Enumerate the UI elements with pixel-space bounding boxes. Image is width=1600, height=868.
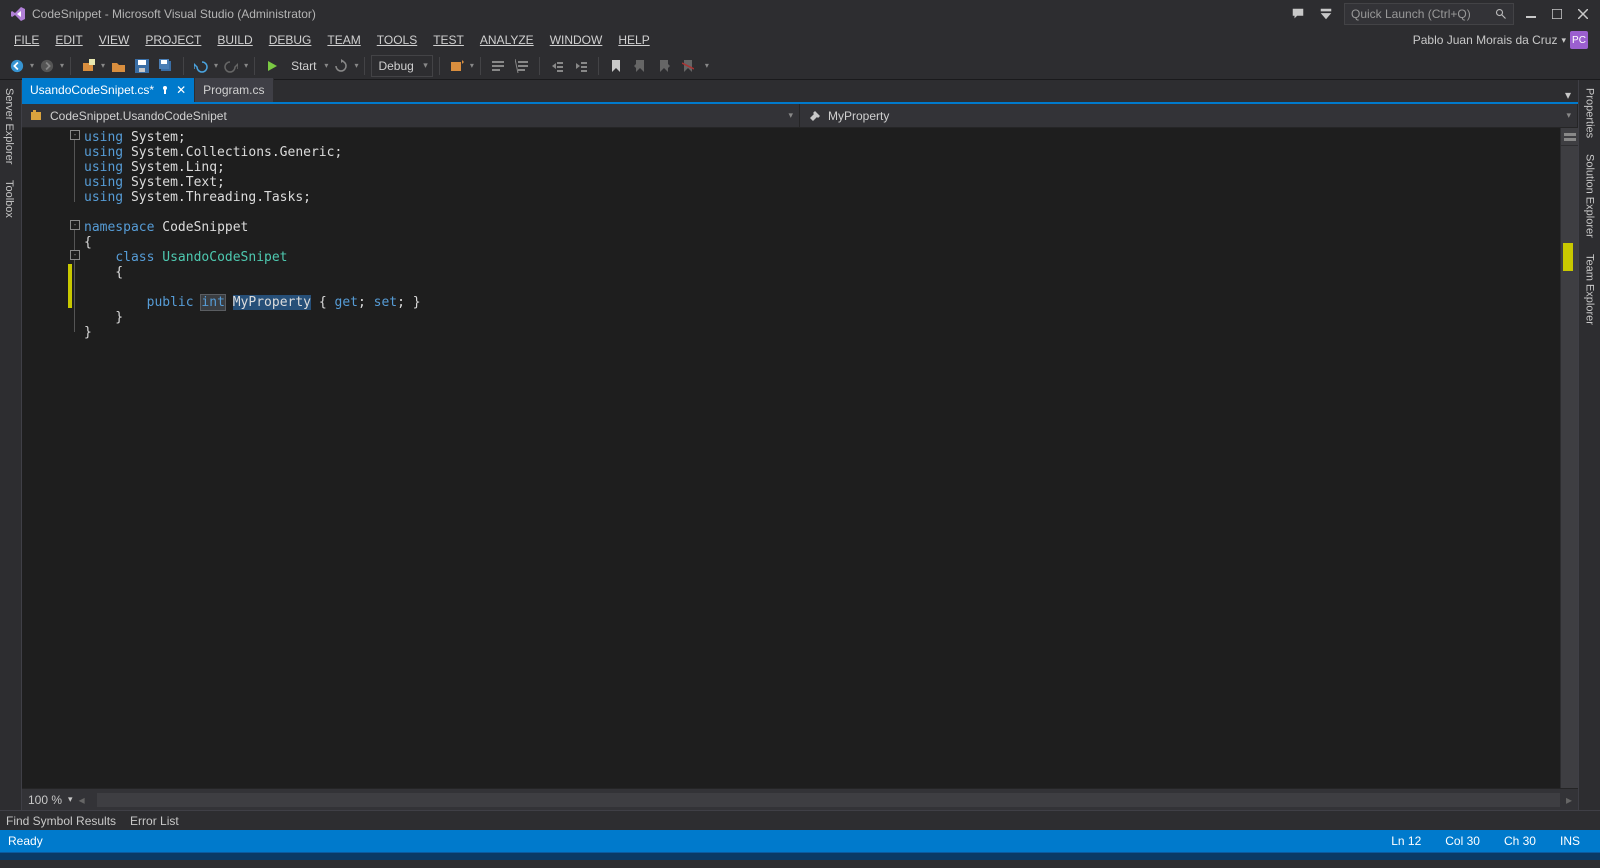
save-button[interactable] xyxy=(131,55,153,77)
menu-analyze[interactable]: ANALYZE xyxy=(472,30,542,50)
vs-logo-icon xyxy=(10,6,26,22)
menu-test[interactable]: TEST xyxy=(425,30,472,50)
nav-right-dropdown[interactable]: MyProperty xyxy=(800,104,1578,127)
window-title: CodeSnippet - Microsoft Visual Studio (A… xyxy=(32,7,316,21)
editor-margin xyxy=(22,128,70,788)
notifications-icon[interactable] xyxy=(1312,2,1340,26)
redo-button[interactable] xyxy=(220,55,242,77)
menu-help[interactable]: HELP xyxy=(610,30,657,50)
titlebar: CodeSnippet - Microsoft Visual Studio (A… xyxy=(0,0,1600,28)
signed-in-user[interactable]: Pablo Juan Morais da Cruz▾ PC xyxy=(1407,31,1594,49)
properties-tab[interactable]: Properties xyxy=(1581,80,1599,146)
menubar: FILE EDIT VIEW PROJECT BUILD DEBUG TEAM … xyxy=(0,28,1600,52)
property-icon xyxy=(808,109,822,123)
outdent-icon[interactable] xyxy=(546,55,568,77)
prev-bookmark-icon[interactable] xyxy=(629,55,651,77)
statusbar: Ready Ln 12 Col 30 Ch 30 INS xyxy=(0,830,1600,852)
quick-launch-input[interactable]: Quick Launch (Ctrl+Q) xyxy=(1344,3,1514,25)
start-debug-button[interactable] xyxy=(261,55,283,77)
code-editor[interactable]: - - - using System; using System.Collect… xyxy=(22,128,1578,788)
toolbox-tab[interactable]: Toolbox xyxy=(0,172,21,226)
collapse-region-icon[interactable]: - xyxy=(70,250,80,260)
status-line: Ln 12 xyxy=(1379,834,1433,848)
doc-tab-inactive[interactable]: Program.cs xyxy=(195,78,273,102)
bottom-panel-tabs: Find Symbol Results Error List xyxy=(0,810,1600,830)
menu-build[interactable]: BUILD xyxy=(209,30,260,50)
editor-navbar: CodeSnippet.UsandoCodeSnipet MyProperty xyxy=(22,104,1578,128)
error-list-tab[interactable]: Error List xyxy=(130,814,179,828)
start-label[interactable]: Start xyxy=(285,59,322,73)
undo-button[interactable] xyxy=(190,55,212,77)
feedback-icon[interactable] xyxy=(1284,2,1312,26)
right-tool-well: Properties Solution Explorer Team Explor… xyxy=(1578,80,1600,810)
vertical-scrollbar[interactable] xyxy=(1560,128,1578,788)
save-all-button[interactable] xyxy=(155,55,177,77)
new-project-button[interactable] xyxy=(77,55,99,77)
maximize-button[interactable] xyxy=(1544,2,1570,26)
active-files-dropdown[interactable]: ▾ xyxy=(1558,88,1578,102)
left-tool-well: Server Explorer Toolbox xyxy=(0,80,22,810)
status-ins: INS xyxy=(1548,834,1592,848)
class-icon xyxy=(30,109,44,123)
indent-icon[interactable] xyxy=(570,55,592,77)
find-symbol-results-tab[interactable]: Find Symbol Results xyxy=(6,814,116,828)
nav-back-button[interactable] xyxy=(6,55,28,77)
scrollbar-change-marker xyxy=(1563,243,1573,271)
menu-team[interactable]: TEAM xyxy=(319,30,368,50)
menu-project[interactable]: PROJECT xyxy=(137,30,209,50)
close-button[interactable] xyxy=(1570,2,1596,26)
search-icon xyxy=(1495,8,1507,20)
user-avatar: PC xyxy=(1570,31,1588,49)
status-ch: Ch 30 xyxy=(1492,834,1548,848)
open-file-button[interactable] xyxy=(107,55,129,77)
doc-tab-active[interactable]: UsandoCodeSnipet.cs* ✕ xyxy=(22,78,195,102)
pin-icon[interactable] xyxy=(160,85,170,95)
windows-taskbar[interactable] xyxy=(0,852,1600,860)
team-explorer-tab[interactable]: Team Explorer xyxy=(1581,246,1599,333)
editor-bottom-bar: 100 % ▾ ◂ ▸ xyxy=(22,788,1578,810)
menu-edit[interactable]: EDIT xyxy=(47,30,90,50)
close-tab-icon[interactable]: ✕ xyxy=(176,83,186,97)
nav-left-dropdown[interactable]: CodeSnippet.UsandoCodeSnipet xyxy=(22,104,800,127)
menu-view[interactable]: VIEW xyxy=(91,30,138,50)
uncomment-icon[interactable] xyxy=(511,55,533,77)
document-tabs: UsandoCodeSnipet.cs* ✕ Program.cs ▾ xyxy=(22,80,1578,104)
zoom-level[interactable]: 100 % xyxy=(28,793,62,807)
browser-link-refresh-icon[interactable] xyxy=(330,55,352,77)
collapse-region-icon[interactable]: - xyxy=(70,220,80,230)
menu-file[interactable]: FILE xyxy=(6,30,47,50)
toolbar: ▾ ▾ ▾ ▾ ▾ Start ▾ ▾ Debug ▾ ▾ xyxy=(0,52,1600,80)
bookmark-icon[interactable] xyxy=(605,55,627,77)
next-bookmark-icon[interactable] xyxy=(653,55,675,77)
solution-config-dropdown[interactable]: Debug xyxy=(371,55,432,77)
solution-explorer-tab[interactable]: Solution Explorer xyxy=(1581,146,1599,246)
code-text[interactable]: using System; using System.Collections.G… xyxy=(82,128,1560,788)
find-in-files-icon[interactable] xyxy=(446,55,468,77)
server-explorer-tab[interactable]: Server Explorer xyxy=(0,80,21,172)
split-handle-icon[interactable] xyxy=(1561,128,1578,146)
status-col: Col 30 xyxy=(1433,834,1492,848)
nav-forward-button[interactable] xyxy=(36,55,58,77)
comment-out-icon[interactable] xyxy=(487,55,509,77)
horizontal-scrollbar[interactable] xyxy=(97,793,1560,807)
minimize-button[interactable] xyxy=(1518,2,1544,26)
menu-debug[interactable]: DEBUG xyxy=(261,30,320,50)
outline-column[interactable]: - - - xyxy=(70,128,82,788)
clear-bookmarks-icon[interactable] xyxy=(677,55,699,77)
quick-launch-placeholder: Quick Launch (Ctrl+Q) xyxy=(1351,7,1471,21)
menu-window[interactable]: WINDOW xyxy=(542,30,611,50)
collapse-region-icon[interactable]: - xyxy=(70,130,80,140)
status-ready: Ready xyxy=(8,834,43,848)
menu-tools[interactable]: TOOLS xyxy=(369,30,425,50)
